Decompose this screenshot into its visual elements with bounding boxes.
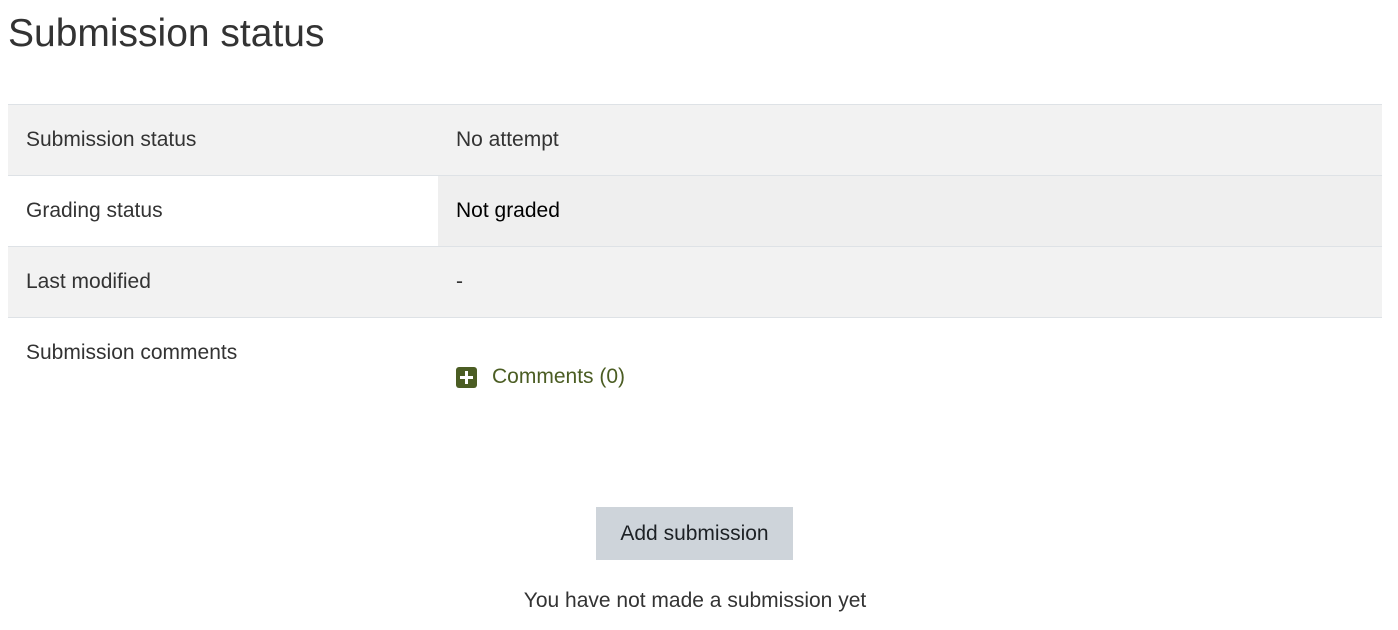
row-value-cell: Not graded (438, 175, 1382, 247)
row-label: Grading status (26, 199, 163, 222)
submission-status-table: Submission status No attempt Grading sta… (8, 104, 1382, 468)
page-title: Submission status (8, 12, 325, 55)
row-label: Submission comments (26, 341, 238, 364)
row-label: Last modified (26, 270, 151, 293)
row-value-cell: Comments (0) (438, 317, 1382, 468)
table-row: Submission status No attempt (8, 104, 1382, 176)
last-modified-value: - (456, 270, 463, 293)
table-row: Submission comments Comments (0) (8, 317, 1382, 468)
comments-link-label: Comments (0) (492, 365, 626, 388)
add-submission-button[interactable]: Add submission (596, 507, 793, 560)
row-label-cell: Last modified (8, 246, 438, 318)
row-label-cell: Submission status (8, 104, 438, 176)
grading-status-value: Not graded (456, 199, 560, 222)
row-value-cell: No attempt (438, 104, 1382, 176)
table-row: Last modified - (8, 246, 1382, 318)
table-row: Grading status Not graded (8, 175, 1382, 247)
plus-square-icon (456, 366, 477, 388)
comments-toggle-link[interactable]: Comments (0) (456, 365, 625, 389)
row-label-cell: Submission comments (8, 317, 438, 468)
submission-note: You have not made a submission yet (523, 589, 867, 612)
row-label: Submission status (26, 128, 197, 151)
row-label-cell: Grading status (8, 175, 438, 247)
submission-status-value: No attempt (456, 128, 559, 151)
row-value-cell: - (438, 246, 1382, 318)
